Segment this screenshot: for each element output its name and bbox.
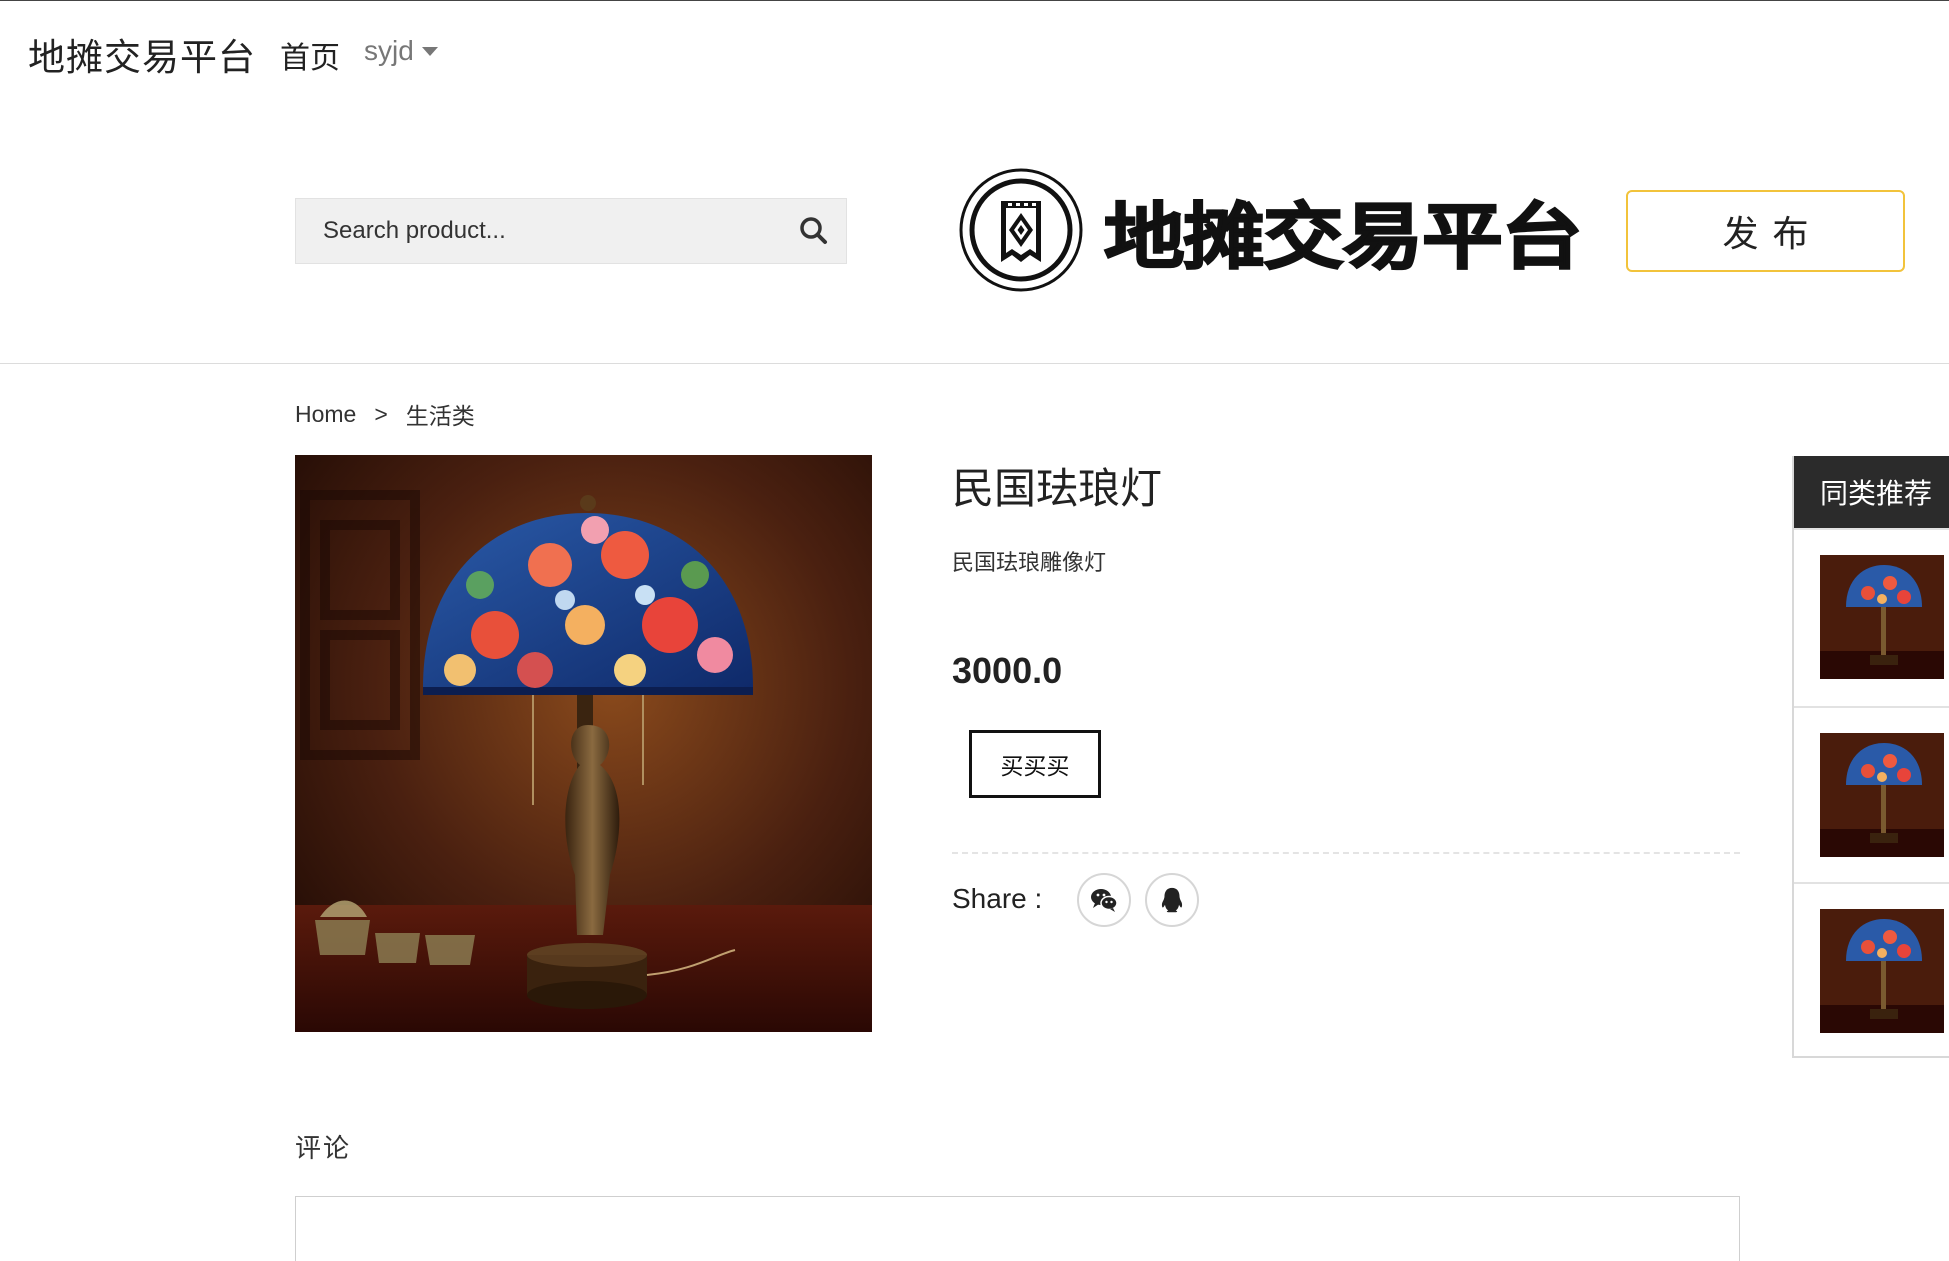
share-wechat-button[interactable] — [1077, 873, 1131, 927]
info-divider — [952, 852, 1740, 854]
recommend-title: 同类推荐 — [1794, 456, 1949, 528]
search-button[interactable] — [796, 213, 832, 249]
share-qq-button[interactable] — [1145, 873, 1199, 927]
share-label: Share : — [952, 883, 1043, 914]
product-image — [295, 455, 872, 1032]
breadcrumb-category[interactable]: 生活类 — [406, 397, 475, 431]
product-title: 民国珐琅灯 — [952, 465, 1163, 512]
buy-button[interactable]: 买买买 — [969, 730, 1101, 798]
breadcrumb-home[interactable]: Home — [295, 401, 356, 428]
product-price: 3000.0 — [952, 650, 1063, 691]
logo-emblem-icon — [959, 168, 1083, 292]
logo-wordmark: 地摊交易平台 — [1103, 194, 1583, 280]
header-divider — [0, 363, 1949, 364]
search-icon — [800, 217, 827, 244]
navbar-brand[interactable]: 地摊交易平台 — [28, 27, 256, 81]
recommend-panel: 同类推荐 — [1792, 456, 1949, 1058]
comments-title: 评论 — [295, 1133, 352, 1163]
recommend-item[interactable] — [1794, 882, 1949, 1058]
breadcrumb-separator: > — [374, 400, 388, 427]
wechat-icon — [1091, 889, 1118, 912]
nav-link-home[interactable]: 首页 — [280, 33, 340, 77]
recommend-thumbnail — [1820, 733, 1944, 857]
recommend-thumbnail — [1820, 555, 1944, 679]
recommend-item[interactable] — [1794, 706, 1949, 882]
navbar: 地摊交易平台 首页 syjd — [0, 1, 1949, 101]
user-name: syjd — [364, 35, 414, 66]
caret-down-icon — [421, 46, 438, 56]
comments-box[interactable] — [295, 1196, 1740, 1261]
breadcrumb: Home > 生活类 — [295, 397, 475, 431]
recommend-thumbnail — [1820, 909, 1944, 1033]
search-input[interactable] — [296, 199, 776, 263]
search-bar — [295, 198, 847, 264]
user-dropdown[interactable]: syjd — [364, 35, 438, 67]
qq-icon — [1161, 887, 1183, 913]
publish-button[interactable]: 发布 — [1626, 190, 1905, 272]
product-description: 民国珐琅雕像灯 — [952, 550, 1107, 575]
recommend-item[interactable] — [1794, 528, 1949, 704]
site-logo[interactable]: 地摊交易平台 — [958, 166, 1583, 294]
